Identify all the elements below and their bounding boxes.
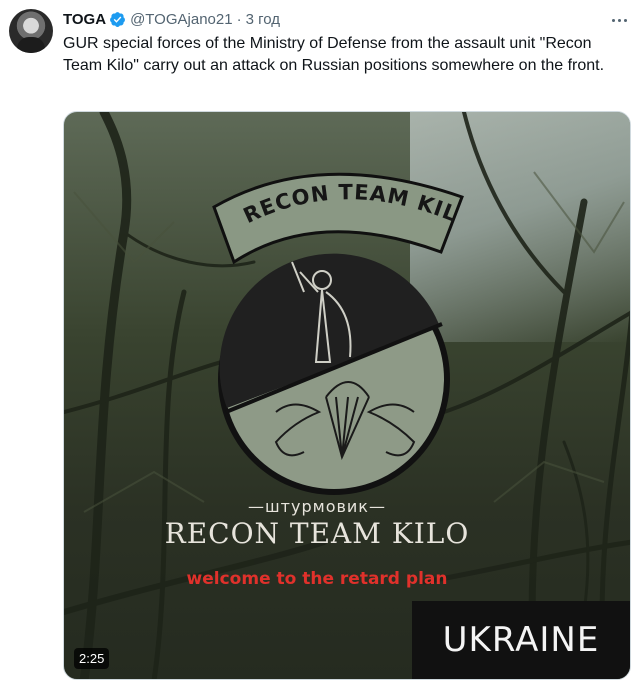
video-subtitle: —штурмовик— bbox=[248, 497, 386, 516]
video-brand-title: RECON TEAM KILO bbox=[164, 517, 470, 550]
author-handle[interactable]: @TOGAjano21 bbox=[130, 11, 233, 28]
watermark-box: UKRAINE bbox=[412, 601, 630, 679]
avatar[interactable] bbox=[9, 9, 53, 53]
author-name[interactable]: TOGA bbox=[63, 11, 106, 28]
tweet-header: TOGA @TOGAjano21 · 3 год bbox=[63, 9, 280, 29]
video-frame-scene: RECON TEAM KILO bbox=[64, 112, 630, 679]
video-caption: welcome to the retard plan bbox=[186, 569, 448, 589]
avatar-figure bbox=[17, 37, 45, 53]
more-options-icon[interactable] bbox=[607, 10, 631, 30]
video-duration-badge: 2:25 bbox=[74, 648, 110, 669]
tweet-text: GUR special forces of the Ministry of De… bbox=[63, 35, 605, 74]
header-separator: · bbox=[236, 10, 242, 28]
verified-badge-icon bbox=[110, 11, 125, 27]
watermark-text: UKRAINE bbox=[442, 620, 600, 660]
video-player[interactable]: RECON TEAM KILO —штурмовик— RECON T bbox=[63, 111, 631, 680]
tweet-timestamp[interactable]: 3 год bbox=[246, 11, 280, 28]
